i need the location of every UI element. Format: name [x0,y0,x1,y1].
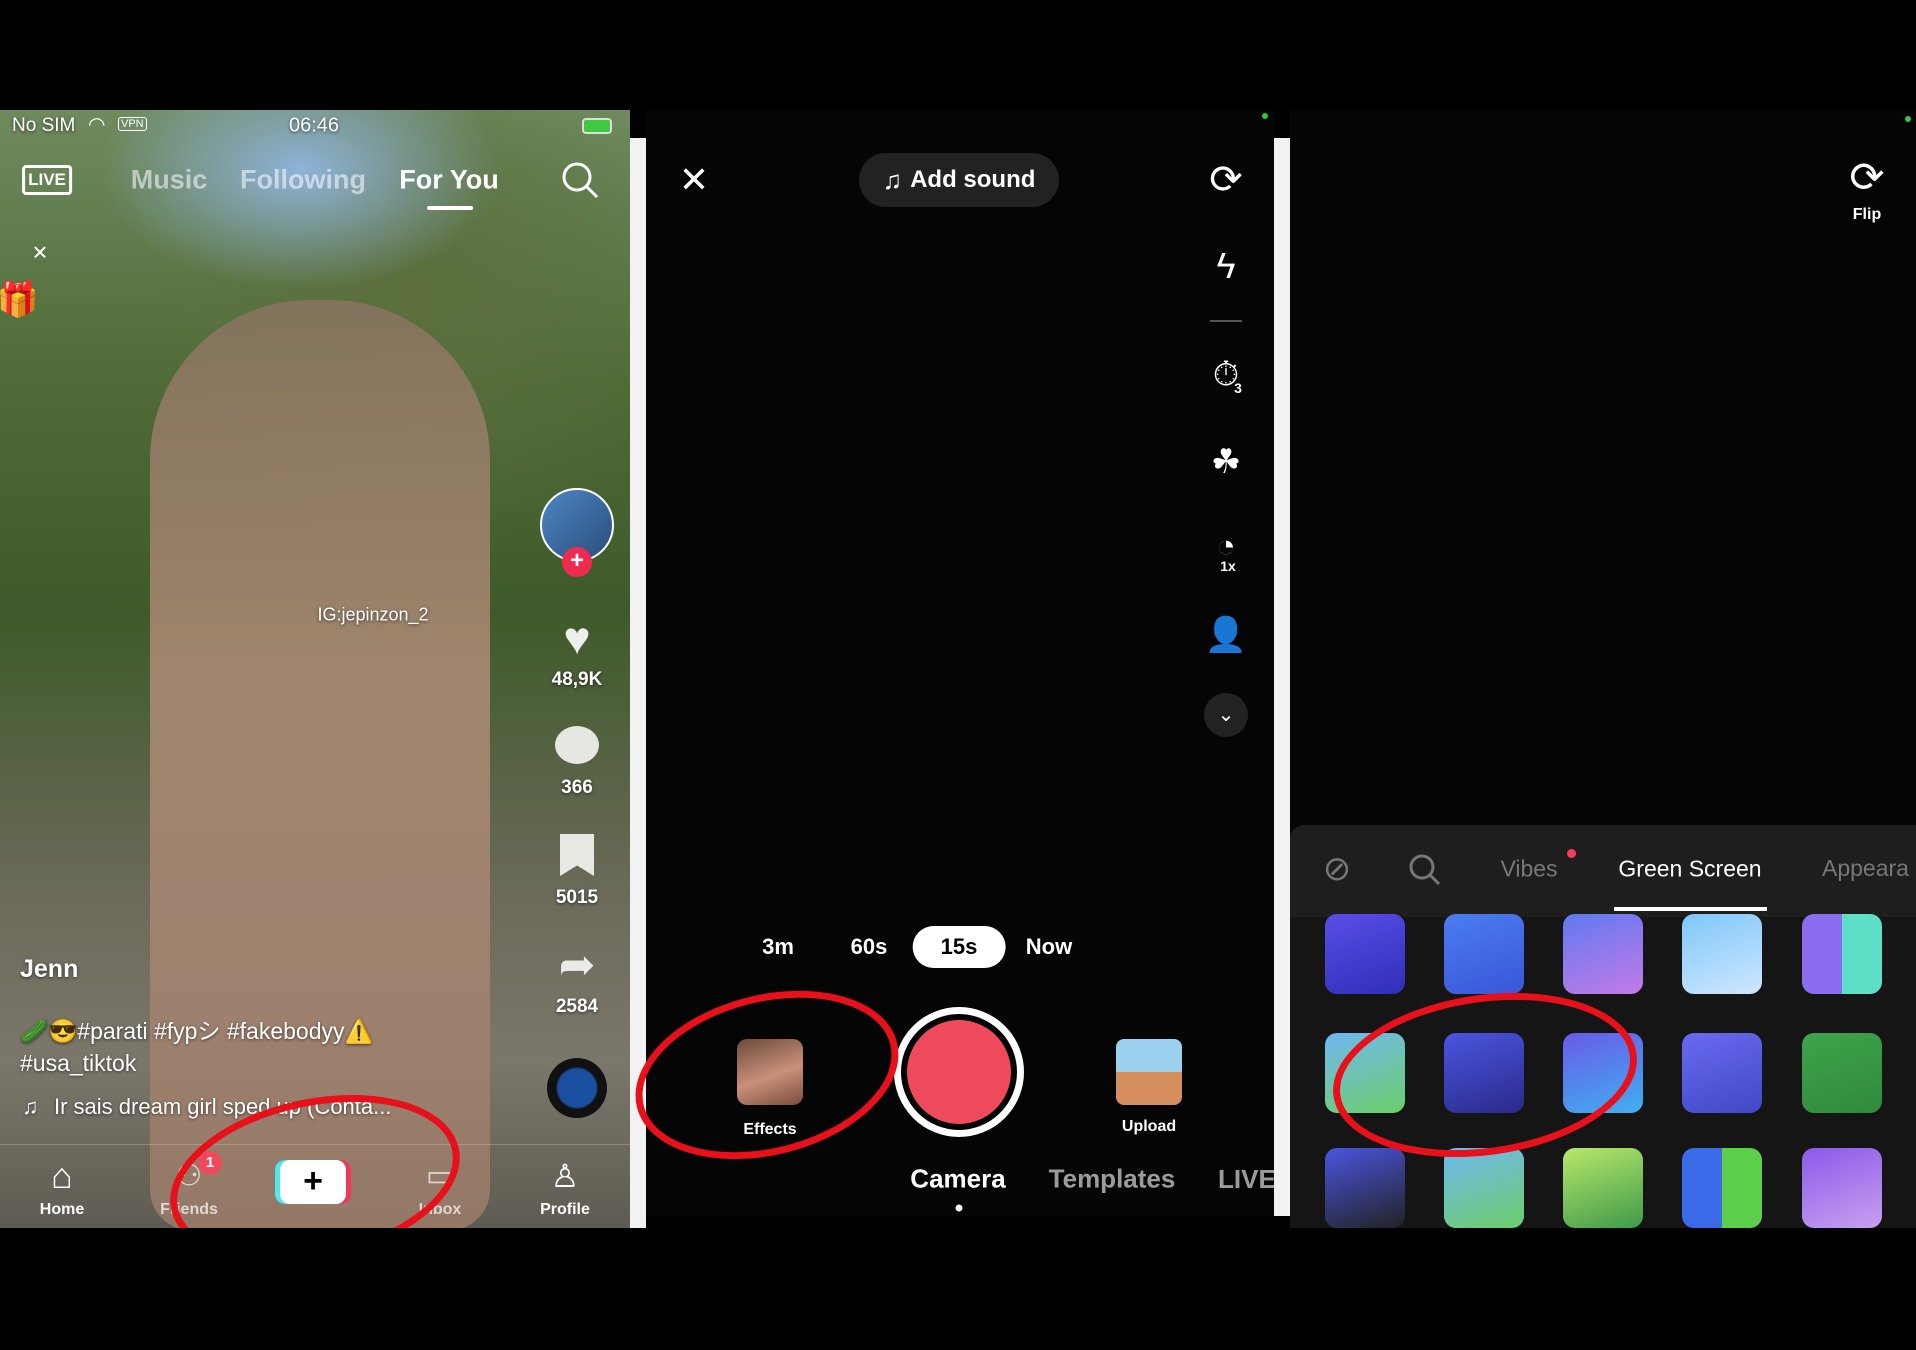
search-icon[interactable] [560,160,600,200]
like-count: 48,9K [551,669,603,690]
comment-icon[interactable] [555,726,599,764]
toolbar-divider [1210,320,1242,322]
timer-value: 3 [1234,380,1242,396]
add-sound-button[interactable]: ♫ Add sound [859,153,1059,207]
green-screen-effect-tile[interactable] [1802,914,1882,994]
upload-icon[interactable] [1116,1039,1182,1105]
effects-sheet: ⊘ Vibes Green Screen Appeara [1290,825,1916,1228]
camera-indicator-dot [1905,116,1911,122]
green-screen-effect-tile[interactable] [1682,1148,1762,1228]
tab-green-screen[interactable]: Green Screen [1618,856,1761,883]
share-count: 2584 [555,996,599,1017]
duration-3m[interactable]: 3m [762,934,794,960]
wifi-icon: ◠ [88,114,106,136]
search-icon[interactable] [1408,853,1442,887]
filters-icon[interactable]: ☘ [1211,442,1241,482]
add-sound-label: Add sound [910,166,1036,193]
battery-icon [582,118,612,134]
green-screen-effect-tile[interactable] [1444,914,1524,994]
bookmark-icon[interactable] [560,834,594,876]
duration-now[interactable]: Now [1026,934,1072,960]
music-note-icon: ♫ [882,164,903,195]
duration-60s[interactable]: 60s [851,934,888,960]
sound-disc[interactable] [547,1058,607,1118]
nav-profile[interactable]: Profile [540,1201,590,1219]
share-icon[interactable]: ➦ [559,940,596,991]
tab-vibes[interactable]: Vibes [1500,856,1557,883]
green-screen-effect-tile[interactable] [1802,1033,1882,1113]
home-icon[interactable]: ⌂ [51,1155,73,1197]
record-button[interactable] [894,1007,1024,1137]
flash-off-icon[interactable]: ϟ [1216,245,1235,287]
clock: 06:46 [288,114,340,137]
flip-camera-icon[interactable]: ⟳ [1209,157,1243,203]
speed-value: 1x [1220,558,1236,574]
tab-for-you[interactable]: For You [399,165,499,196]
add-person-icon[interactable]: 👤 [1205,615,1247,655]
green-screen-effect-tile[interactable] [1802,1148,1882,1228]
caption[interactable]: 🥒😎#parati #fypシ #fakebodyy⚠️ [20,1012,373,1046]
green-screen-effect-tile[interactable] [1325,1148,1405,1228]
tab-appearance[interactable]: Appeara [1822,855,1909,882]
close-icon[interactable]: ✕ [32,241,49,266]
feed-screen: No SIM ◠ VPN 06:46 LIVE Music Following … [0,110,630,1228]
save-count: 5015 [555,887,599,908]
upload-label[interactable]: Upload [1122,1118,1176,1136]
new-dot [1567,849,1576,858]
mode-templates[interactable]: Templates [1049,1164,1176,1195]
camera-indicator-dot [1262,113,1268,119]
active-tab-indicator [1614,907,1767,911]
nav-home[interactable]: Home [40,1201,84,1219]
flip-camera-icon[interactable]: ⟳ [1849,153,1884,202]
green-screen-effect-tile[interactable] [1563,914,1643,994]
author-name[interactable]: Jenn [20,955,78,984]
green-screen-effect-tile[interactable] [1325,914,1405,994]
annotation-circle [617,964,917,1186]
divider [1274,138,1290,1216]
duration-15s[interactable]: 15s [912,926,1006,968]
caption-hashtag[interactable]: #usa_tiktok [20,1050,136,1077]
no-effect-icon[interactable]: ⊘ [1323,849,1352,889]
tab-following[interactable]: Following [240,165,366,196]
green-screen-effect-tile[interactable] [1563,1148,1643,1228]
profile-icon[interactable]: ♙ [551,1157,580,1195]
active-mode-dot [955,1204,963,1212]
effects-screen: ⟳ Flip ⊘ Vibes Green Screen Appeara [1290,110,1916,1228]
green-screen-effect-tile[interactable] [1682,914,1762,994]
green-screen-effect-tile[interactable] [1444,1148,1524,1228]
close-icon[interactable]: ✕ [679,159,709,201]
music-note-icon: ♫ [22,1094,39,1119]
video-content[interactable] [150,300,490,1228]
heart-icon[interactable]: ♥ [563,611,590,665]
mode-live[interactable]: LIVE [1218,1164,1276,1195]
camera-screen: ✕ ♫ Add sound ⟳ ϟ ⏱ 3 ☘ ◔ 1x 👤 ⌄ 3m 60s … [617,110,1276,1216]
carrier-label: No SIM [12,115,76,136]
follow-plus-icon[interactable]: + [562,547,592,577]
tab-music[interactable]: Music [131,165,208,196]
vpn-badge: VPN [118,117,147,131]
mode-camera[interactable]: Camera [910,1164,1005,1195]
active-tab-indicator [427,206,473,210]
live-button[interactable]: LIVE [22,165,72,195]
flip-label[interactable]: Flip [1853,206,1881,224]
watermark: IG:jepinzon_2 [317,604,429,625]
green-screen-effect-tile[interactable] [1682,1033,1762,1113]
comment-count: 366 [561,777,593,798]
expand-chevron-icon[interactable]: ⌄ [1204,693,1248,737]
gift-icon[interactable]: 🎁 [0,280,39,320]
annotation-circle [1322,974,1648,1176]
